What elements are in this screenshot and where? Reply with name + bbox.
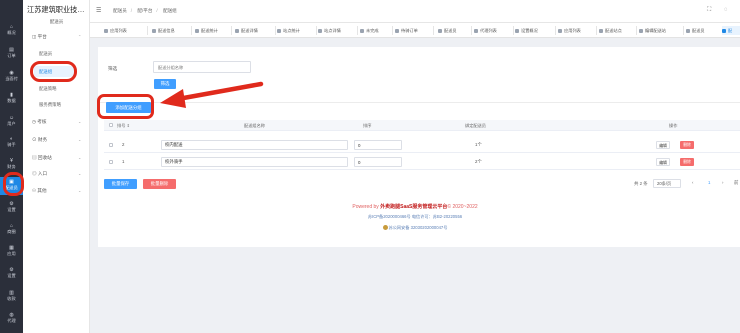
annotation-arrow xyxy=(160,81,264,108)
